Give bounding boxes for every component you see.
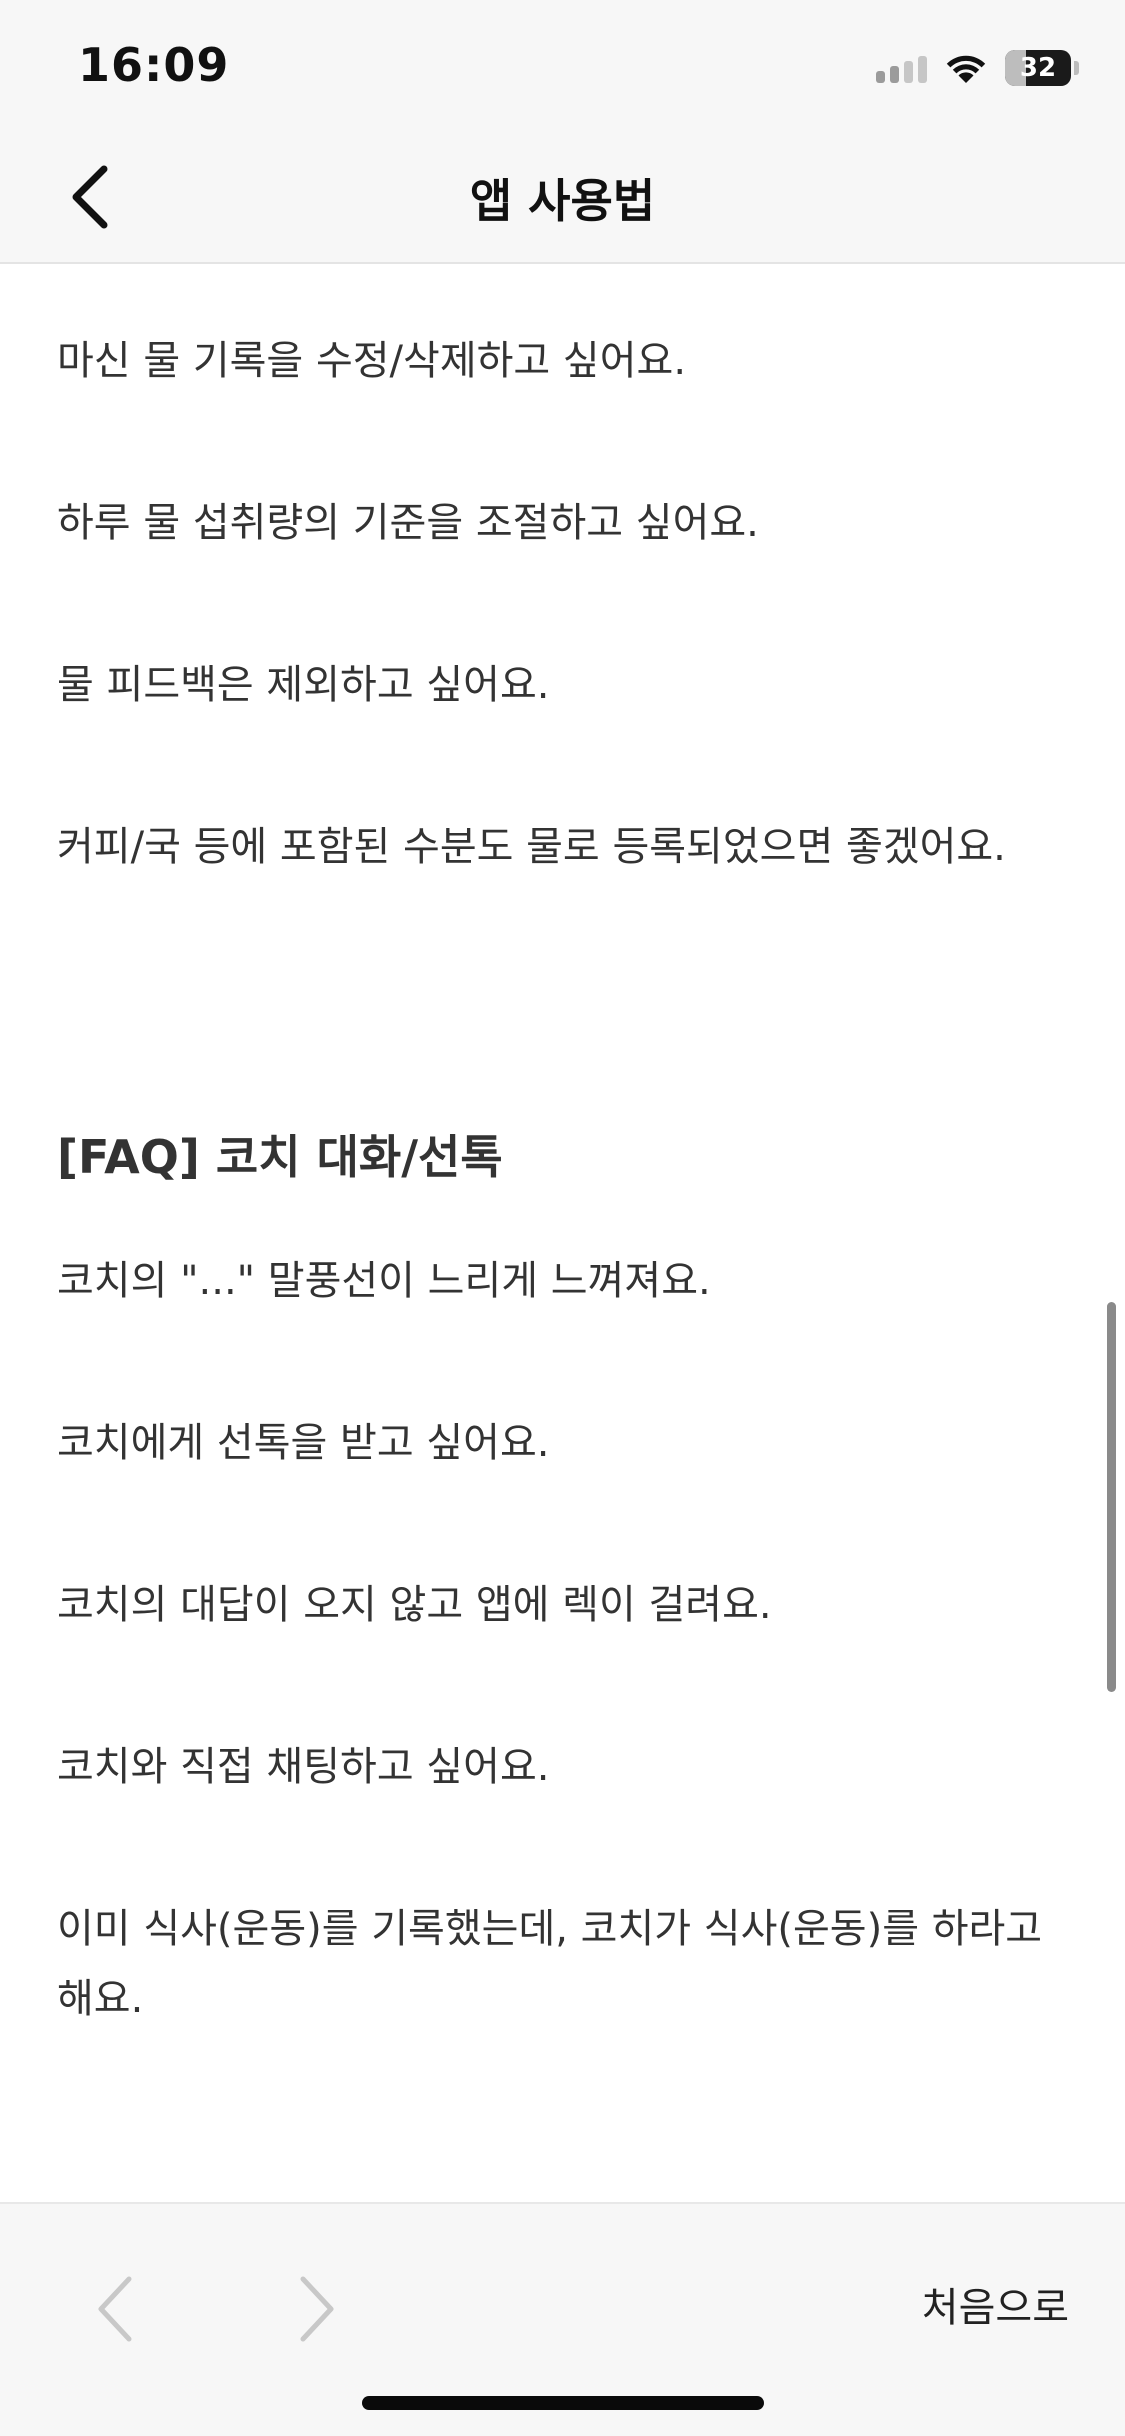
wifi-icon <box>946 55 986 83</box>
battery-level: 32 <box>1019 53 1057 83</box>
help-content: 마신 물 기록을 수정/삭제하고 싶어요. 하루 물 섭취량의 기준을 조절하고… <box>0 264 1125 2202</box>
nav-header: 앱 사용법 <box>0 135 1125 264</box>
go-first-button[interactable]: 처음으로 <box>922 2268 1069 2348</box>
scroll-indicator[interactable] <box>1107 1302 1116 1692</box>
faq-item-water-from-drinks[interactable]: 커피/국 등에 포함된 수분도 물로 등록되었으면 좋겠어요. <box>57 812 1067 882</box>
chevron-right-icon <box>300 2276 334 2342</box>
faq-item-coach-first-message[interactable]: 코치에게 선톡을 받고 싶어요. <box>57 1408 1067 1478</box>
faq-item-water-feedback[interactable]: 물 피드백은 제외하고 싶어요. <box>57 650 1067 720</box>
cellular-signal-icon <box>876 53 927 83</box>
next-page-button[interactable] <box>282 2264 352 2354</box>
screen: 16:09 32 앱 사용법 마신 물 기록을 수정/삭제하고 싶어요. 하루 … <box>0 0 1125 2436</box>
chevron-left-icon <box>98 2276 132 2342</box>
home-indicator[interactable] <box>362 2396 764 2410</box>
battery-tip <box>1074 61 1079 75</box>
faq-item-water-goal[interactable]: 하루 물 섭취량의 기준을 조절하고 싶어요. <box>57 488 1067 558</box>
prev-page-button[interactable] <box>80 2264 150 2354</box>
status-bar: 16:09 32 <box>0 0 1125 135</box>
section-title-coach: [FAQ] 코치 대화/선톡 <box>57 1130 503 1184</box>
faq-item-coach-reminder[interactable]: 이미 식사(운동)를 기록했는데, 코치가 식사(운동)를 하라고 해요. <box>57 1894 1067 2034</box>
status-icons: 32 <box>876 46 1079 90</box>
status-time: 16:09 <box>78 38 230 92</box>
faq-item-coach-lag[interactable]: 코치의 대답이 오지 않고 앱에 렉이 걸려요. <box>57 1570 1067 1640</box>
faq-item-coach-chat[interactable]: 코치와 직접 채팅하고 싶어요. <box>57 1732 1067 1802</box>
battery-icon: 32 <box>1005 50 1071 86</box>
faq-item-coach-bubble[interactable]: 코치의 "..." 말풍선이 느리게 느껴져요. <box>57 1246 1067 1316</box>
faq-item-edit-water[interactable]: 마신 물 기록을 수정/삭제하고 싶어요. <box>57 326 1067 396</box>
page-title: 앱 사용법 <box>469 174 656 228</box>
